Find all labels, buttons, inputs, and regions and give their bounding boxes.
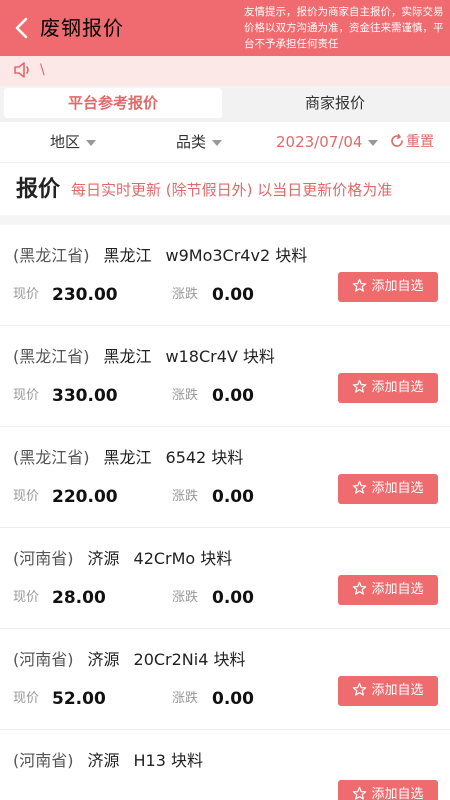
change-label: 涨跌 <box>172 388 199 403</box>
reset-label: 重置 <box>406 134 434 150</box>
caret-down-icon <box>86 139 97 146</box>
add-watchlist-label: 添加自选 <box>371 683 424 698</box>
list-item: (黑龙江省) 黑龙江 6542 块料 现价 220.00 涨跌 0.00 添加自选 <box>0 427 450 528</box>
add-watchlist-label: 添加自选 <box>371 279 424 294</box>
item-province: (黑龙江省) <box>13 246 90 265</box>
price-label: 现价 <box>13 691 40 706</box>
change-label: 涨跌 <box>172 489 199 504</box>
price-value: 28.00 <box>52 588 106 608</box>
item-province: (黑龙江省) <box>13 448 90 467</box>
item-title: (河南省) 济源 42CrMo 块料 <box>13 548 246 570</box>
reset-button[interactable]: 重置 <box>390 132 434 152</box>
item-title: (黑龙江省) 黑龙江 w9Mo3Cr4v2 块料 <box>13 245 321 267</box>
star-icon <box>353 480 367 494</box>
add-watchlist-button[interactable]: 添加自选 <box>338 780 438 800</box>
star-icon <box>353 682 367 696</box>
change-label: 涨跌 <box>172 590 199 605</box>
tab-platform-quote[interactable]: 平台参考报价 <box>4 88 222 118</box>
item-city: 黑龙江 <box>103 246 152 265</box>
change-label: 涨跌 <box>172 691 199 706</box>
page-title: 废钢报价 <box>40 16 124 40</box>
price-label: 现价 <box>13 388 40 403</box>
date-filter[interactable]: 2023/07/04 <box>276 132 379 152</box>
add-watchlist-button[interactable]: 添加自选 <box>338 474 438 504</box>
item-province: (河南省) <box>13 549 74 568</box>
star-icon <box>353 379 367 393</box>
category-filter-label: 品类 <box>176 133 207 151</box>
price-section-title: 报价 <box>16 177 61 202</box>
announcement-bar <box>0 56 450 86</box>
item-product: w9Mo3Cr4v2 块料 <box>165 246 308 265</box>
quote-list: (黑龙江省) 黑龙江 w9Mo3Cr4v2 块料 现价 230.00 涨跌 0.00… <box>0 225 450 800</box>
star-icon <box>353 786 367 800</box>
item-province: (黑龙江省) <box>13 347 90 366</box>
caret-down-icon <box>368 139 379 146</box>
list-item: (河南省) 济源 H13 块料 添加自选 <box>0 730 450 800</box>
item-title: (河南省) 济源 20Cr2Ni4 块料 <box>13 649 260 671</box>
add-watchlist-button[interactable]: 添加自选 <box>338 575 438 605</box>
add-watchlist-label: 添加自选 <box>371 582 424 597</box>
change-value: 0.00 <box>212 487 254 507</box>
item-city: 济源 <box>87 650 120 669</box>
disclaimer-notice: 友情提示，报价为商家自主报价，实际交易价格以双方沟通为准，资金往来需谨慎，平台不… <box>244 6 444 50</box>
price-label: 现价 <box>13 287 40 302</box>
item-city: 黑龙江 <box>103 448 152 467</box>
price-value: 220.00 <box>52 487 118 507</box>
change-value: 0.00 <box>212 386 254 406</box>
item-product: 42CrMo 块料 <box>133 549 233 568</box>
item-city: 济源 <box>87 751 120 770</box>
change-value: 0.00 <box>212 588 254 608</box>
list-item: (黑龙江省) 黑龙江 w18Cr4V 块料 现价 330.00 涨跌 0.00 添加… <box>0 326 450 427</box>
price-label: 现价 <box>13 489 40 504</box>
add-watchlist-button[interactable]: 添加自选 <box>338 373 438 403</box>
item-city: 济源 <box>87 549 120 568</box>
caret-down-icon <box>212 139 223 146</box>
item-product: w18Cr4V 块料 <box>165 347 275 366</box>
item-city: 黑龙江 <box>103 347 152 366</box>
item-title: (河南省) 济源 H13 块料 <box>13 750 217 772</box>
item-title: (黑龙江省) 黑龙江 6542 块料 <box>13 447 257 469</box>
price-label: 现价 <box>13 590 40 605</box>
announcement-text: \ <box>40 62 45 78</box>
region-filter-label: 地区 <box>50 133 81 151</box>
add-watchlist-label: 添加自选 <box>371 481 424 496</box>
back-button[interactable] <box>8 12 36 44</box>
add-watchlist-button[interactable]: 添加自选 <box>338 676 438 706</box>
price-section-description: 每日实时更新 (除节假日外) 以当日更新价格为准 <box>71 181 393 199</box>
item-title: (黑龙江省) 黑龙江 w18Cr4V 块料 <box>13 346 289 368</box>
star-icon <box>353 278 367 292</box>
price-value: 330.00 <box>52 386 118 406</box>
change-value: 0.00 <box>212 285 254 305</box>
add-watchlist-button[interactable]: 添加自选 <box>338 272 438 302</box>
star-icon <box>353 581 367 595</box>
list-item: (河南省) 济源 42CrMo 块料 现价 28.00 涨跌 0.00 添加自选 <box>0 528 450 629</box>
item-product: H13 块料 <box>133 751 203 770</box>
section-divider <box>0 215 450 225</box>
date-filter-label: 2023/07/04 <box>276 133 363 151</box>
tab-merchant-quote[interactable]: 商家报价 <box>226 88 444 118</box>
item-province: (河南省) <box>13 751 74 770</box>
list-item: (黑龙江省) 黑龙江 w9Mo3Cr4v2 块料 现价 230.00 涨跌 0.00… <box>0 225 450 326</box>
speaker-icon <box>14 62 29 78</box>
change-value: 0.00 <box>212 689 254 709</box>
chevron-left-icon <box>15 17 28 39</box>
category-filter[interactable]: 品类 <box>176 132 223 152</box>
price-value: 52.00 <box>52 689 106 709</box>
list-item: (河南省) 济源 20Cr2Ni4 块料 现价 52.00 涨跌 0.00 添加自选 <box>0 629 450 730</box>
region-filter[interactable]: 地区 <box>50 132 97 152</box>
add-watchlist-label: 添加自选 <box>371 380 424 395</box>
add-watchlist-label: 添加自选 <box>371 787 424 800</box>
change-label: 涨跌 <box>172 287 199 302</box>
item-province: (河南省) <box>13 650 74 669</box>
item-product: 20Cr2Ni4 块料 <box>133 650 246 669</box>
item-product: 6542 块料 <box>165 448 244 467</box>
price-value: 230.00 <box>52 285 118 305</box>
refresh-icon <box>391 134 403 147</box>
